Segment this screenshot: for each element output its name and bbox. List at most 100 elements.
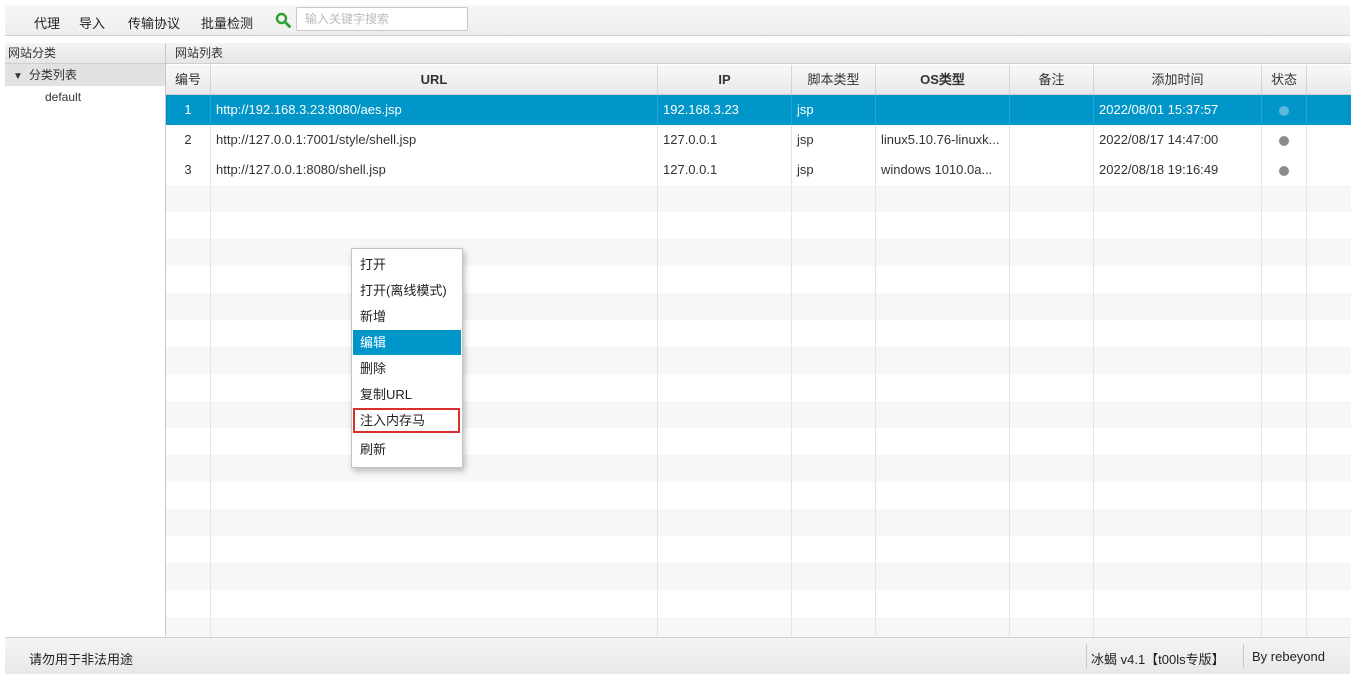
menu-item-inject-memshell[interactable]: 注入内存马: [353, 408, 460, 433]
empty-table-row: [166, 293, 1351, 320]
empty-cell: [1262, 590, 1307, 617]
empty-cell: [792, 428, 876, 455]
menu-item-open[interactable]: 打开: [353, 252, 461, 277]
empty-cell: [1262, 185, 1307, 212]
empty-cell: [1094, 401, 1262, 428]
cell-script-type: jsp: [792, 155, 876, 185]
empty-cell: [792, 401, 876, 428]
status-warning-text: 请勿用于非法用途: [29, 652, 134, 667]
empty-cell: [1010, 239, 1094, 266]
cell-status: [1262, 95, 1307, 125]
menu-item-open-offline[interactable]: 打开(离线模式): [353, 278, 461, 303]
empty-cell: [658, 293, 792, 320]
empty-cell: [658, 590, 792, 617]
empty-cell: [1262, 563, 1307, 590]
empty-cell: [1094, 212, 1262, 239]
empty-table-row: [166, 428, 1351, 455]
empty-table-row: [166, 212, 1351, 239]
menu-batch-check[interactable]: 批量检测: [201, 13, 253, 32]
empty-cell: [876, 536, 1010, 563]
cell-id: 1: [166, 95, 211, 125]
empty-cell: [792, 347, 876, 374]
empty-cell: [658, 482, 792, 509]
empty-cell: [1010, 374, 1094, 401]
column-header-note[interactable]: 备注: [1010, 65, 1094, 94]
toolbar: 代理 导入 传输协议 批量检测: [5, 5, 1350, 36]
search-icon[interactable]: [275, 12, 291, 28]
empty-cell: [792, 293, 876, 320]
empty-cell: [1094, 590, 1262, 617]
tree-node-category-list[interactable]: ▼ 分类列表: [5, 64, 165, 86]
empty-table-row: [166, 347, 1351, 374]
empty-cell: [1010, 590, 1094, 617]
menu-item-refresh[interactable]: 刷新: [353, 437, 461, 462]
empty-cell: [211, 509, 658, 536]
column-header-id[interactable]: 编号: [166, 65, 211, 94]
search-input[interactable]: [296, 7, 468, 31]
empty-cell: [166, 374, 211, 401]
empty-cell: [1010, 185, 1094, 212]
column-header-os-type[interactable]: OS类型: [876, 65, 1010, 94]
empty-cell: [1262, 239, 1307, 266]
empty-cell: [166, 482, 211, 509]
empty-cell: [792, 239, 876, 266]
empty-cell: [1262, 455, 1307, 482]
empty-cell: [1010, 266, 1094, 293]
empty-cell: [792, 185, 876, 212]
empty-cell: [166, 401, 211, 428]
table-row[interactable]: 1 http://192.168.3.23:8080/aes.jsp 192.1…: [166, 95, 1351, 125]
table-row[interactable]: 3 http://127.0.0.1:8080/shell.jsp 127.0.…: [166, 155, 1351, 185]
table-row[interactable]: 2 http://127.0.0.1:7001/style/shell.jsp …: [166, 125, 1351, 155]
column-header-ip[interactable]: IP: [658, 65, 792, 94]
menu-item-add[interactable]: 新增: [353, 304, 461, 329]
empty-cell: [211, 590, 658, 617]
category-panel-header: 网站分类: [5, 43, 165, 64]
cell-added-time: 2022/08/18 19:16:49: [1094, 155, 1262, 185]
empty-cell: [658, 455, 792, 482]
triangle-down-icon[interactable]: ▼: [13, 71, 23, 82]
menu-protocol[interactable]: 传输协议: [128, 13, 180, 32]
empty-cell: [166, 212, 211, 239]
empty-cell: [166, 563, 211, 590]
empty-table-row: [166, 482, 1351, 509]
empty-cell: [876, 374, 1010, 401]
empty-cell: [211, 212, 658, 239]
status-version-text: 冰蝎 v4.1【t00ls专版】: [1091, 652, 1225, 667]
empty-cell: [1010, 563, 1094, 590]
menu-item-copy-url[interactable]: 复制URL: [353, 382, 461, 407]
empty-cell: [1010, 536, 1094, 563]
column-header-status[interactable]: 状态: [1262, 65, 1307, 94]
menu-item-delete[interactable]: 删除: [353, 356, 461, 381]
empty-cell: [1262, 320, 1307, 347]
status-divider: [1086, 644, 1087, 668]
cell-status: [1262, 155, 1307, 185]
empty-cell: [1262, 401, 1307, 428]
empty-cell: [1010, 509, 1094, 536]
status-bar: 请勿用于非法用途 冰蝎 v4.1【t00ls专版】 By rebeyond: [5, 637, 1350, 674]
menu-import[interactable]: 导入: [79, 13, 105, 32]
empty-cell: [1094, 239, 1262, 266]
tree-node-label: 分类列表: [28, 68, 77, 82]
column-header-url[interactable]: URL: [211, 65, 658, 94]
empty-table-row: [166, 590, 1351, 617]
column-header-script-type[interactable]: 脚本类型: [792, 65, 876, 94]
menu-proxy[interactable]: 代理: [34, 13, 60, 32]
empty-cell: [1010, 482, 1094, 509]
empty-cell: [1094, 509, 1262, 536]
cell-ip: 127.0.0.1: [658, 125, 792, 155]
empty-table-row: [166, 239, 1351, 266]
tree-node-default[interactable]: default: [5, 86, 165, 108]
empty-cell: [1094, 185, 1262, 212]
cell-ip: 192.168.3.23: [658, 95, 792, 125]
empty-cell: [1094, 374, 1262, 401]
empty-cell: [211, 482, 658, 509]
column-header-added-time[interactable]: 添加时间: [1094, 65, 1262, 94]
empty-cell: [166, 239, 211, 266]
status-dot-icon: [1279, 105, 1289, 116]
cell-added-time: 2022/08/17 14:47:00: [1094, 125, 1262, 155]
empty-table-row: [166, 536, 1351, 563]
menu-item-edit[interactable]: 编辑: [353, 330, 461, 355]
empty-cell: [792, 212, 876, 239]
empty-table-row: [166, 266, 1351, 293]
empty-cell: [166, 185, 211, 212]
